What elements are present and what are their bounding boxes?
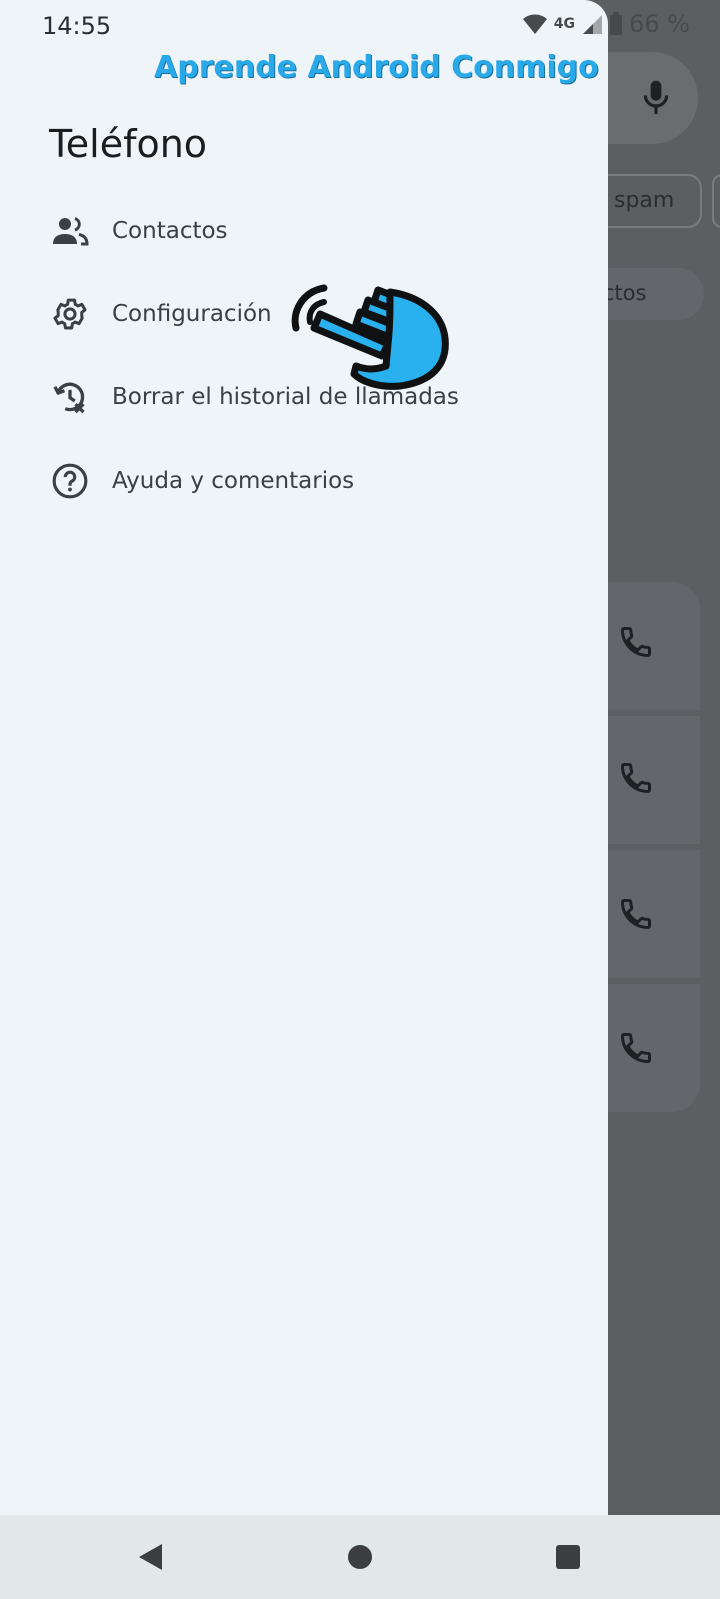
recents-square-icon bbox=[556, 1545, 580, 1569]
recents-button[interactable] bbox=[546, 1535, 590, 1579]
phone-icon bbox=[620, 763, 651, 794]
back-triangle-icon bbox=[139, 1544, 162, 1570]
contacts-icon bbox=[50, 211, 90, 251]
battery-percentage: 66 % bbox=[629, 10, 690, 38]
settings-gear-icon bbox=[50, 294, 90, 334]
pointing-hand-icon bbox=[291, 284, 449, 390]
phone-icon bbox=[620, 899, 651, 930]
menu-item-label: Contactos bbox=[112, 218, 228, 244]
cell-signal-icon bbox=[583, 15, 603, 34]
clear-call-history-icon bbox=[50, 377, 90, 417]
battery-icon bbox=[610, 12, 623, 35]
watermark-text: Aprende Android Conmigo bbox=[154, 50, 599, 85]
menu-item-help-feedback[interactable]: Ayuda y comentarios bbox=[0, 444, 608, 518]
help-icon bbox=[50, 461, 90, 501]
status-bar: 14:55 4G 66 % bbox=[0, 0, 720, 50]
menu-item-label: Configuración bbox=[112, 301, 272, 327]
drawer-title: Teléfono bbox=[49, 122, 208, 166]
navigation-drawer: Aprende Android Conmigo Teléfono Contact… bbox=[0, 0, 608, 1515]
back-button[interactable] bbox=[128, 1535, 172, 1579]
home-button[interactable] bbox=[338, 1535, 382, 1579]
menu-item-label: Ayuda y comentarios bbox=[112, 468, 355, 494]
phone-icon bbox=[620, 627, 651, 658]
home-circle-icon bbox=[348, 1545, 372, 1569]
menu-item-contacts[interactable]: Contactos bbox=[0, 194, 608, 268]
mic-icon bbox=[643, 80, 669, 114]
network-type: 4G bbox=[553, 16, 576, 32]
phone-icon bbox=[620, 1033, 651, 1064]
wifi-icon bbox=[522, 14, 547, 34]
status-clock: 14:55 bbox=[42, 12, 112, 40]
system-navigation-bar bbox=[0, 1515, 720, 1599]
background-filter-chip-2 bbox=[712, 174, 720, 228]
